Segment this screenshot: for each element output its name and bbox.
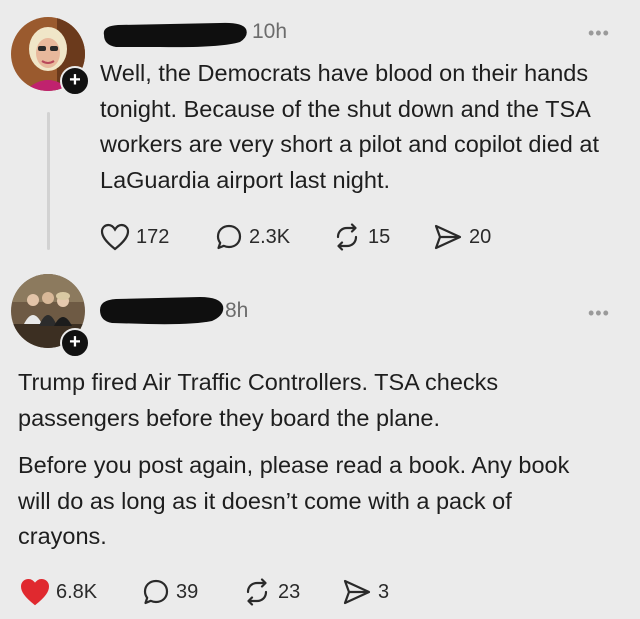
redacted-username — [103, 22, 247, 48]
reply-button[interactable]: 2.3K — [215, 220, 290, 254]
repost-button[interactable]: 23 — [242, 575, 300, 609]
follow-button[interactable]: + — [60, 66, 90, 96]
reply-count: 2.3K — [249, 225, 291, 248]
reply-count: 39 — [176, 580, 199, 603]
share-count: 20 — [469, 225, 492, 248]
more-options-icon[interactable]: ••• — [588, 24, 610, 42]
share-button[interactable]: 3 — [342, 575, 389, 609]
post-text: Well, the Democrats have blood on their … — [100, 60, 599, 193]
send-icon — [434, 224, 462, 250]
like-count: 172 — [136, 225, 170, 248]
post-time: 8h — [225, 299, 249, 322]
comment-icon — [143, 579, 169, 605]
like-count: 6.8K — [56, 580, 98, 603]
thread-line — [47, 112, 50, 250]
repost-icon — [246, 578, 268, 606]
heart-filled-icon — [20, 578, 50, 606]
post-2: + 8h ••• Trump fired Air Traffic Control… — [0, 262, 640, 619]
like-button[interactable]: 172 — [100, 220, 169, 254]
post-1: + 10h ••• Well, the Democrats have blood… — [0, 0, 640, 262]
repost-count: 23 — [278, 580, 301, 603]
post-paragraph-2: Before you post again, please read a boo… — [18, 452, 570, 549]
repost-count: 15 — [368, 225, 391, 248]
post-paragraph-1: Trump fired Air Traffic Controllers. TSA… — [18, 369, 499, 431]
like-button[interactable]: 6.8K — [20, 575, 97, 609]
post-time: 10h — [252, 20, 288, 43]
more-options-icon[interactable]: ••• — [588, 304, 610, 322]
share-button[interactable]: 20 — [433, 220, 491, 254]
follow-button[interactable]: + — [60, 328, 90, 358]
repost-button[interactable]: 15 — [332, 220, 390, 254]
heart-icon — [100, 223, 130, 251]
redacted-username — [100, 297, 224, 325]
post-actions: 172 2.3K 15 20 — [100, 220, 520, 254]
post-actions: 6.8K 39 23 3 — [20, 575, 440, 609]
share-count: 3 — [378, 580, 390, 603]
send-icon — [343, 579, 371, 605]
repost-icon — [336, 223, 358, 251]
reply-button[interactable]: 39 — [142, 575, 198, 609]
comment-icon — [216, 224, 242, 250]
